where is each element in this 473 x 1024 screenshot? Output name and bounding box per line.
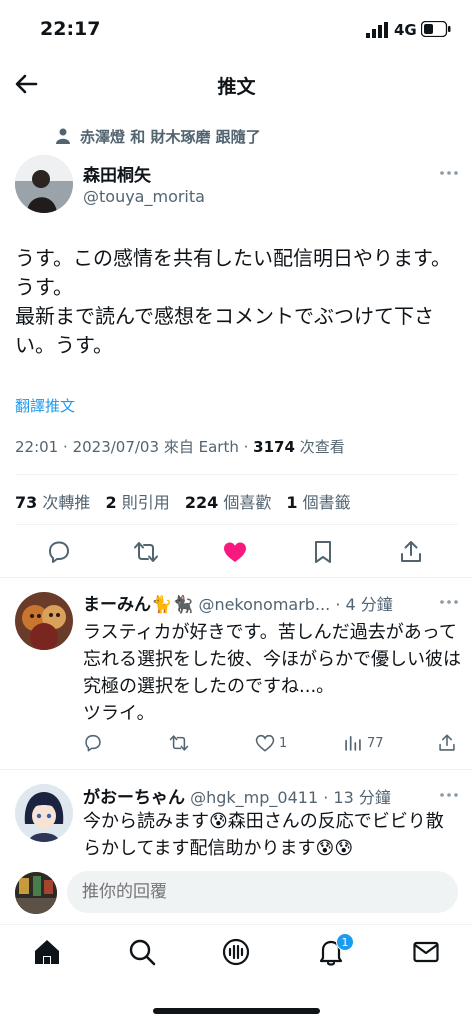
reply-like-count: 1 [279,735,288,751]
tweet-stats: 73 次轉推 2 則引用 224 個喜歡 1 個書籤 [15,489,351,513]
quotes-stat[interactable]: 2 則引用 [105,493,169,512]
divider [15,524,458,525]
avatar[interactable] [15,155,73,213]
tweet-time[interactable]: 22:01 [15,438,58,456]
avatar-photo [15,155,73,213]
page-title: 推文 [217,76,256,98]
spaces-icon[interactable] [221,937,251,967]
reply-author-name[interactable]: まーみん🐈🐈‍⬛ [83,595,193,615]
divider [0,769,473,770]
social-context-text: 赤澤燈 和 財木琢磨 跟隨了 [80,127,261,146]
home-icon[interactable] [32,937,62,967]
reply-icon[interactable] [46,539,72,565]
top-header: 推文 [0,60,473,108]
meta-separator: · [63,438,73,456]
reply-header: がおーちゃん @hgk_mp_0411 · 13 分鐘 [83,783,391,808]
views-count: 3174 [253,438,295,456]
messages-icon[interactable] [411,937,441,967]
views-icon [345,736,361,751]
reply-header: まーみん🐈🐈‍⬛ @nekonomarb... · 4 分鐘 [83,590,393,615]
avatar[interactable] [15,872,57,914]
reply-icon [85,734,101,752]
retweets-stat[interactable]: 73 次轉推 [15,493,90,512]
notifications-badge: 1 [336,933,354,951]
reply-like-button[interactable]: 1 [255,731,287,755]
likes-count: 224 [184,493,219,512]
share-icon [439,734,455,751]
translate-link[interactable]: 翻譯推文 [15,395,75,416]
battery-icon [421,21,451,37]
likes-stat[interactable]: 224 個喜歡 [185,493,272,512]
tweet-date[interactable]: 2023/07/03 [73,438,159,456]
author-name[interactable]: 森田桐矢 [83,161,151,186]
more-icon[interactable] [438,785,460,805]
person-icon [56,128,70,144]
reply-avatar[interactable] [15,784,73,842]
status-time: 22:17 [40,18,101,40]
reply-retweet-button[interactable] [169,731,189,755]
bookmarks-label: 個書籤 [302,493,351,512]
reply-text: 今から読みます😰森田さんの反応でビビり散らかしてます配信助かります😰😰 [83,811,444,859]
reply-avatar-photo [15,592,73,650]
reply-share-button[interactable] [437,731,457,755]
divider [0,577,473,578]
search-icon[interactable] [127,937,157,967]
reply-time[interactable]: 4 分鐘 [346,595,393,614]
reply-views-count: 77 [367,735,384,751]
share-icon[interactable] [398,539,424,565]
tweet-source: Earth [198,438,239,456]
author-handle[interactable]: @touya_morita [83,187,205,206]
bookmarks-count: 1 [286,493,298,512]
home-indicator [153,1008,320,1014]
retweets-count: 73 [15,493,38,512]
reply-avatar[interactable] [15,592,73,650]
tweet-text: うす。この感情を共有したい配信明日やります。うす。 最新まで読んで感想をコメント… [15,246,451,357]
tab-bar: 1 [0,924,473,982]
signal-icon [366,22,388,38]
social-context[interactable]: 赤澤燈 和 財木琢磨 跟隨了 [56,126,261,146]
likes-label: 個喜歡 [223,493,272,512]
status-bar: 22:17 4G [0,0,473,60]
quotes-label: 則引用 [121,493,170,512]
bookmarks-stat[interactable]: 1 個書籤 [286,493,350,512]
reply-avatar-photo [15,784,73,842]
reply-input[interactable] [67,871,458,913]
like-icon[interactable] [222,539,248,565]
reply-separator: · [335,595,341,614]
reply-reply-button[interactable] [83,731,103,755]
more-icon[interactable] [438,163,460,183]
reply-author-name[interactable]: がおーちゃん [83,788,185,808]
reply-views-button[interactable]: 77 [343,731,384,755]
views-label: 次查看 [299,438,345,456]
reply-separator: · [323,788,329,807]
divider [15,474,458,475]
reply-composer [0,862,473,924]
composer-avatar-photo [15,872,57,914]
reply-actions: 1 77 [83,731,463,757]
meta-separator: · [243,438,254,456]
reply-time[interactable]: 13 分鐘 [333,788,390,807]
more-icon[interactable] [438,592,460,612]
tweet-meta: 22:01 · 2023/07/03 來自 Earth · 3174 次查看 [15,436,345,457]
reply-author-handle[interactable]: @nekonomarb... [198,595,330,614]
tweet-actions [0,535,473,571]
reply-author-handle[interactable]: @hgk_mp_0411 [190,788,318,807]
reply-text: ラスティカが好きです。苦しんだ過去があって忘れる選択をした彼、今ほがらかで優しい… [83,622,461,724]
network-type: 4G [394,21,417,39]
bookmark-icon[interactable] [310,539,336,565]
retweets-label: 次轉推 [42,493,91,512]
source-prefix: 來自 [163,438,194,456]
retweet-icon [169,735,189,751]
retweet-icon[interactable] [133,539,159,565]
like-icon [255,734,275,752]
quotes-count: 2 [105,493,117,512]
